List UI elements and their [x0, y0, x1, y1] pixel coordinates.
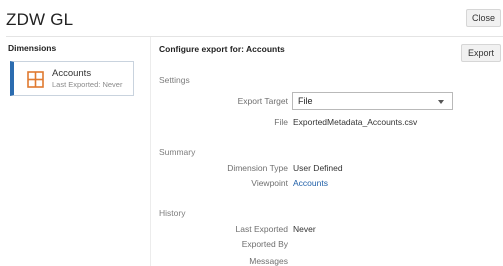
export-target-label: Export Target: [237, 96, 288, 106]
summary-section-title: Summary: [159, 147, 196, 157]
dimensions-sidebar: Dimensions Accounts Last Exported: Never: [0, 37, 151, 266]
page-title: ZDW GL: [6, 10, 74, 29]
exported-by-label: Exported By: [241, 239, 288, 249]
messages-label: Messages: [249, 256, 288, 266]
grid-icon: [27, 71, 44, 88]
history-section-title: History: [159, 208, 186, 218]
dimension-type-label: Dimension Type: [227, 163, 288, 173]
last-exported-label: Last Exported: [235, 224, 288, 234]
configure-heading: Configure export for: Accounts: [159, 44, 285, 54]
dimension-card-accounts[interactable]: Accounts Last Exported: Never: [10, 61, 134, 96]
last-exported-value: Never: [293, 224, 316, 234]
chevron-down-icon: [438, 100, 444, 104]
export-target-select[interactable]: File: [292, 92, 453, 110]
sidebar-heading: Dimensions: [8, 43, 57, 53]
file-value: ExportedMetadata_Accounts.csv: [293, 117, 418, 127]
viewpoint-label: Viewpoint: [251, 178, 288, 188]
close-button[interactable]: Close: [466, 9, 501, 27]
file-label: File: [274, 117, 288, 127]
export-target-value: File: [298, 96, 313, 106]
settings-section-title: Settings: [159, 75, 190, 85]
dimension-card-name: Accounts: [52, 68, 92, 79]
dimension-card-status: Last Exported: Never: [52, 80, 123, 89]
export-button[interactable]: Export: [461, 44, 501, 62]
viewpoint-link[interactable]: Accounts: [293, 178, 328, 188]
dimension-type-value: User Defined: [293, 163, 343, 173]
